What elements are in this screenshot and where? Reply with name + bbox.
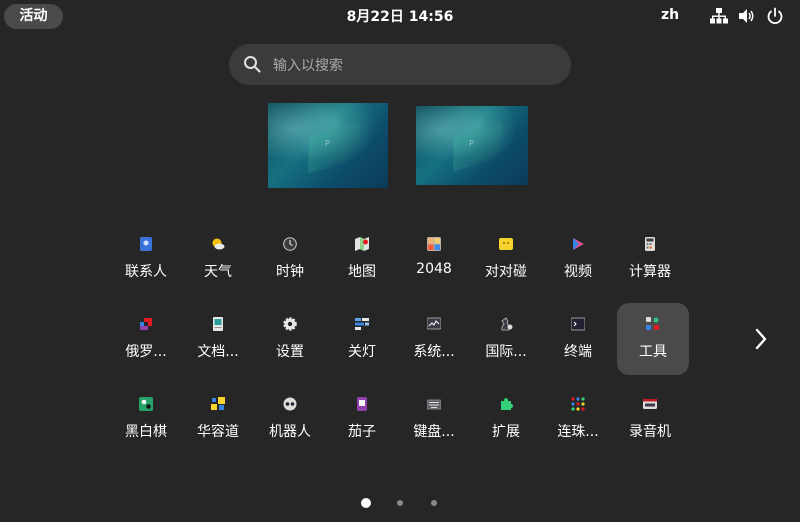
- app-tetris[interactable]: 俄罗...: [110, 303, 182, 375]
- app-contacts[interactable]: 联系人: [110, 223, 182, 295]
- app-eggplant[interactable]: 茄子: [326, 383, 398, 455]
- system-monitor-icon: [427, 317, 441, 330]
- settings-icon: [283, 317, 297, 331]
- page-indicator-1[interactable]: [361, 498, 371, 508]
- app-label: 录音机: [629, 424, 671, 440]
- extensions-icon: [501, 398, 513, 410]
- weather-icon: [212, 238, 225, 250]
- game-2048-icon: [427, 237, 441, 251]
- keyboard-icon: [427, 399, 441, 410]
- app-weather[interactable]: 天气: [182, 223, 254, 295]
- eggplant-icon: [357, 397, 367, 411]
- app-swell-foop[interactable]: 对对碰: [470, 223, 542, 295]
- app-maps[interactable]: 地图: [326, 223, 398, 295]
- top-bar: 活动 8月22日 14:56 zh: [0, 0, 800, 32]
- app-clock[interactable]: 时钟: [254, 223, 326, 295]
- klotski-icon: [211, 397, 225, 410]
- app-five-in-row[interactable]: 连珠...: [542, 383, 614, 455]
- clock-datetime[interactable]: 8月22日 14:56: [0, 6, 800, 26]
- app-system-monitor[interactable]: 系统...: [398, 303, 470, 375]
- app-document-viewer[interactable]: 文档...: [182, 303, 254, 375]
- workspace-logo: P: [469, 139, 474, 148]
- volume-icon[interactable]: [738, 7, 756, 25]
- tetris-icon: [140, 318, 152, 330]
- workspace-logo: P: [325, 139, 330, 148]
- workspace-thumbnail-1[interactable]: P: [268, 103, 388, 188]
- app-label: 终端: [564, 344, 592, 360]
- robots-icon: [283, 397, 297, 411]
- input-language-indicator[interactable]: zh: [661, 7, 679, 23]
- workspace-thumbnail-2[interactable]: P: [416, 106, 528, 185]
- app-keyboard[interactable]: 键盘...: [398, 383, 470, 455]
- search-input[interactable]: [271, 44, 555, 87]
- app-chess[interactable]: 国际...: [470, 303, 542, 375]
- calculator-icon: [645, 237, 655, 251]
- chess-icon: [501, 317, 513, 331]
- maps-icon: [355, 237, 369, 251]
- page-indicator-2[interactable]: [397, 500, 403, 506]
- five-in-row-icon: [571, 397, 585, 411]
- app-label: 计算器: [629, 264, 671, 280]
- search-bar[interactable]: [229, 44, 571, 87]
- power-icon[interactable]: [766, 7, 784, 25]
- video-icon: [573, 238, 584, 250]
- app-video[interactable]: 视频: [542, 223, 614, 295]
- tools-folder-icon: [646, 317, 659, 330]
- app-robots[interactable]: 机器人: [254, 383, 326, 455]
- clock-icon: [283, 237, 297, 251]
- terminal-icon: [571, 317, 585, 331]
- document-viewer-icon: [213, 317, 223, 331]
- sound-recorder-icon: [643, 399, 657, 409]
- app-label: 工具: [639, 344, 667, 360]
- reversi-icon: [139, 397, 153, 411]
- app-sound-recorder[interactable]: 录音机: [614, 383, 686, 455]
- search-icon: [244, 56, 261, 73]
- swell-foop-icon: [499, 238, 513, 250]
- contacts-icon: [140, 237, 152, 251]
- chevron-right-icon[interactable]: [751, 326, 771, 352]
- lights-off-icon: [355, 318, 369, 330]
- app-extensions[interactable]: 扩展: [470, 383, 542, 455]
- app-lights-off[interactable]: 关灯: [326, 303, 398, 375]
- network-icon[interactable]: [710, 7, 728, 25]
- app-klotski[interactable]: 华容道: [182, 383, 254, 455]
- page-indicator-3[interactable]: [431, 500, 437, 506]
- app-settings[interactable]: 设置: [254, 303, 326, 375]
- app-2048[interactable]: 2048: [398, 223, 470, 295]
- app-reversi[interactable]: 黑白棋: [110, 383, 182, 455]
- app-calculator[interactable]: 计算器: [614, 223, 686, 295]
- app-terminal[interactable]: 终端: [542, 303, 614, 375]
- app-folder-tools[interactable]: 工具: [617, 303, 689, 375]
